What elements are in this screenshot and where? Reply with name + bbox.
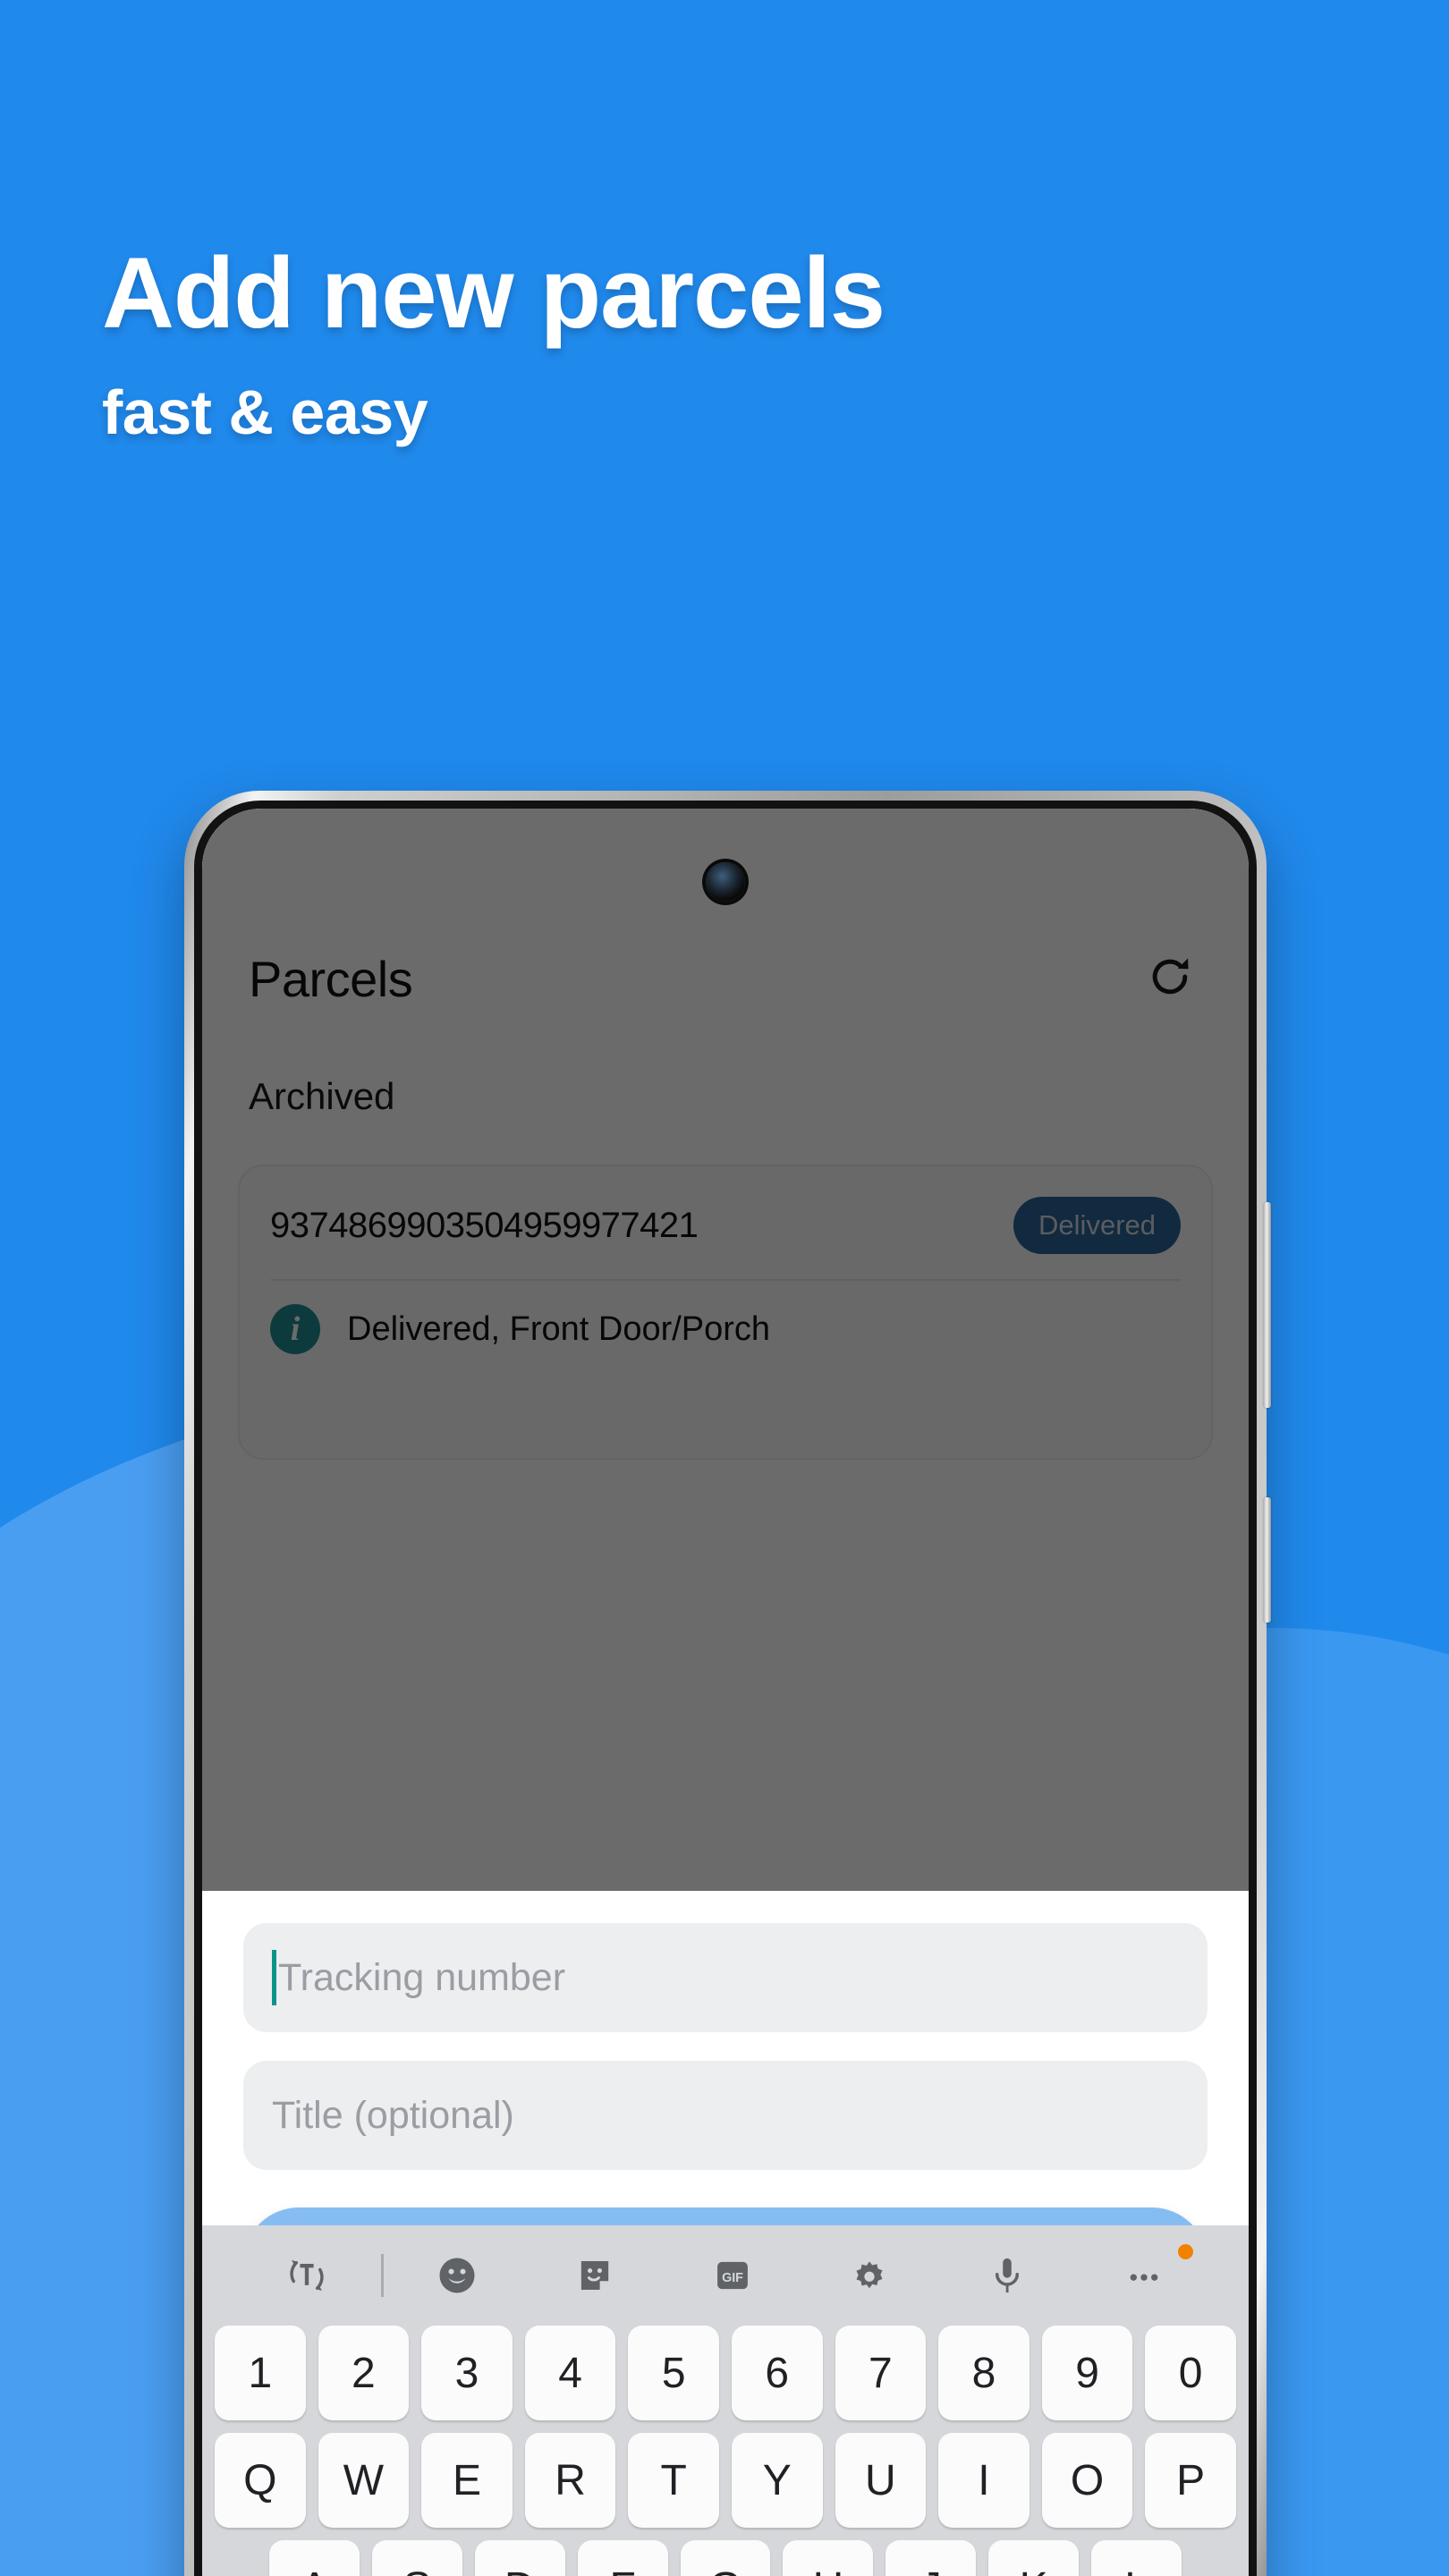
keyboard-row-numbers: 1234567890 bbox=[202, 2326, 1249, 2420]
key-p[interactable]: P bbox=[1145, 2433, 1236, 2528]
add-shipment-sheet: Tracking number Title (optional) Add new… bbox=[202, 1891, 1249, 2318]
volume-rocker-button[interactable] bbox=[1264, 1202, 1271, 1408]
refresh-icon bbox=[1145, 952, 1195, 1006]
key-k[interactable]: K bbox=[988, 2540, 1080, 2576]
status-badge: Delivered bbox=[1013, 1197, 1181, 1254]
headline-block: Add new parcels fast & easy bbox=[102, 237, 1354, 447]
parcel-detail-text: Delivered, Front Door/Porch bbox=[347, 1309, 771, 1348]
microphone-icon[interactable] bbox=[938, 2235, 1076, 2316]
emoji-icon[interactable] bbox=[389, 2235, 527, 2316]
key-8[interactable]: 8 bbox=[938, 2326, 1030, 2420]
key-a[interactable]: A bbox=[269, 2540, 360, 2576]
key-o[interactable]: O bbox=[1041, 2433, 1133, 2528]
gif-icon[interactable]: GIF bbox=[664, 2235, 801, 2316]
key-d[interactable]: D bbox=[474, 2540, 565, 2576]
key-f[interactable]: F bbox=[577, 2540, 668, 2576]
keyboard-toolbar: GIF bbox=[202, 2225, 1249, 2326]
more-options-icon[interactable] bbox=[1075, 2235, 1213, 2316]
parcel-card[interactable]: 9374869903504959977421 Delivered i Deliv… bbox=[238, 1165, 1213, 1460]
key-g[interactable]: G bbox=[680, 2540, 771, 2576]
key-s[interactable]: S bbox=[371, 2540, 462, 2576]
key-7[interactable]: 7 bbox=[835, 2326, 927, 2420]
settings-gear-icon[interactable] bbox=[801, 2235, 938, 2316]
key-3[interactable]: 3 bbox=[421, 2326, 513, 2420]
app-header: Parcels bbox=[202, 925, 1249, 1032]
key-u[interactable]: U bbox=[835, 2433, 927, 2528]
toolbar-divider bbox=[380, 2254, 384, 2297]
phone-mockup: Parcels Archived 9374869903504959977421 … bbox=[184, 791, 1271, 2576]
power-button[interactable] bbox=[1264, 1497, 1271, 1623]
virtual-keyboard: G I F 1 2 3 4 5 6 7 8 9 0 Q W E R T Y U I … bbox=[202, 2225, 1249, 2576]
keyboard-row-qwerty: QWERTYUIOP bbox=[202, 2433, 1249, 2528]
notification-badge-dot bbox=[1178, 2244, 1194, 2259]
key-l[interactable]: L bbox=[1091, 2540, 1182, 2576]
key-q[interactable]: Q bbox=[215, 2433, 306, 2528]
key-i[interactable]: I bbox=[938, 2433, 1030, 2528]
key-e[interactable]: E bbox=[421, 2433, 513, 2528]
text-caret bbox=[272, 1950, 276, 2005]
key-1[interactable]: 1 bbox=[215, 2326, 306, 2420]
refresh-button[interactable] bbox=[1138, 946, 1202, 1011]
key-6[interactable]: 6 bbox=[731, 2326, 823, 2420]
phone-screen: Parcels Archived 9374869903504959977421 … bbox=[202, 809, 1249, 2576]
keyboard-row-home: ASDFGHJKL bbox=[202, 2540, 1249, 2576]
front-camera-icon bbox=[706, 862, 745, 902]
page-title: Add new parcels bbox=[102, 237, 886, 349]
tracking-number-input[interactable]: Tracking number bbox=[243, 1923, 1208, 2032]
key-0[interactable]: 0 bbox=[1145, 2326, 1236, 2420]
key-r[interactable]: R bbox=[524, 2433, 616, 2528]
title-input[interactable]: Title (optional) bbox=[243, 2061, 1208, 2170]
section-label: Archived bbox=[249, 1075, 395, 1117]
key-t[interactable]: T bbox=[628, 2433, 719, 2528]
key-9[interactable]: 9 bbox=[1041, 2326, 1133, 2420]
app-title: Parcels bbox=[249, 950, 413, 1007]
text-translate-icon[interactable] bbox=[238, 2235, 376, 2316]
sticker-icon[interactable] bbox=[526, 2235, 664, 2316]
phone-bezel: Parcels Archived 9374869903504959977421 … bbox=[194, 801, 1257, 2576]
svg-text:GIF: GIF bbox=[722, 2271, 743, 2285]
key-4[interactable]: 4 bbox=[524, 2326, 616, 2420]
key-w[interactable]: W bbox=[318, 2433, 410, 2528]
key-5[interactable]: 5 bbox=[628, 2326, 719, 2420]
key-h[interactable]: H bbox=[783, 2540, 874, 2576]
app-content: Parcels Archived 9374869903504959977421 … bbox=[202, 809, 1249, 1895]
tracking-number-placeholder: Tracking number bbox=[278, 1955, 566, 1999]
parcel-detail-row: i Delivered, Front Door/Porch bbox=[240, 1281, 1211, 1354]
parcel-tracking-number: 9374869903504959977421 bbox=[270, 1205, 699, 1245]
key-2[interactable]: 2 bbox=[318, 2326, 410, 2420]
title-placeholder: Title (optional) bbox=[272, 2093, 514, 2137]
parcel-summary-row: 9374869903504959977421 Delivered bbox=[240, 1166, 1211, 1254]
key-j[interactable]: J bbox=[886, 2540, 977, 2576]
page-subtitle: fast & easy bbox=[102, 377, 428, 447]
key-y[interactable]: Y bbox=[731, 2433, 823, 2528]
info-icon: i bbox=[270, 1304, 320, 1354]
